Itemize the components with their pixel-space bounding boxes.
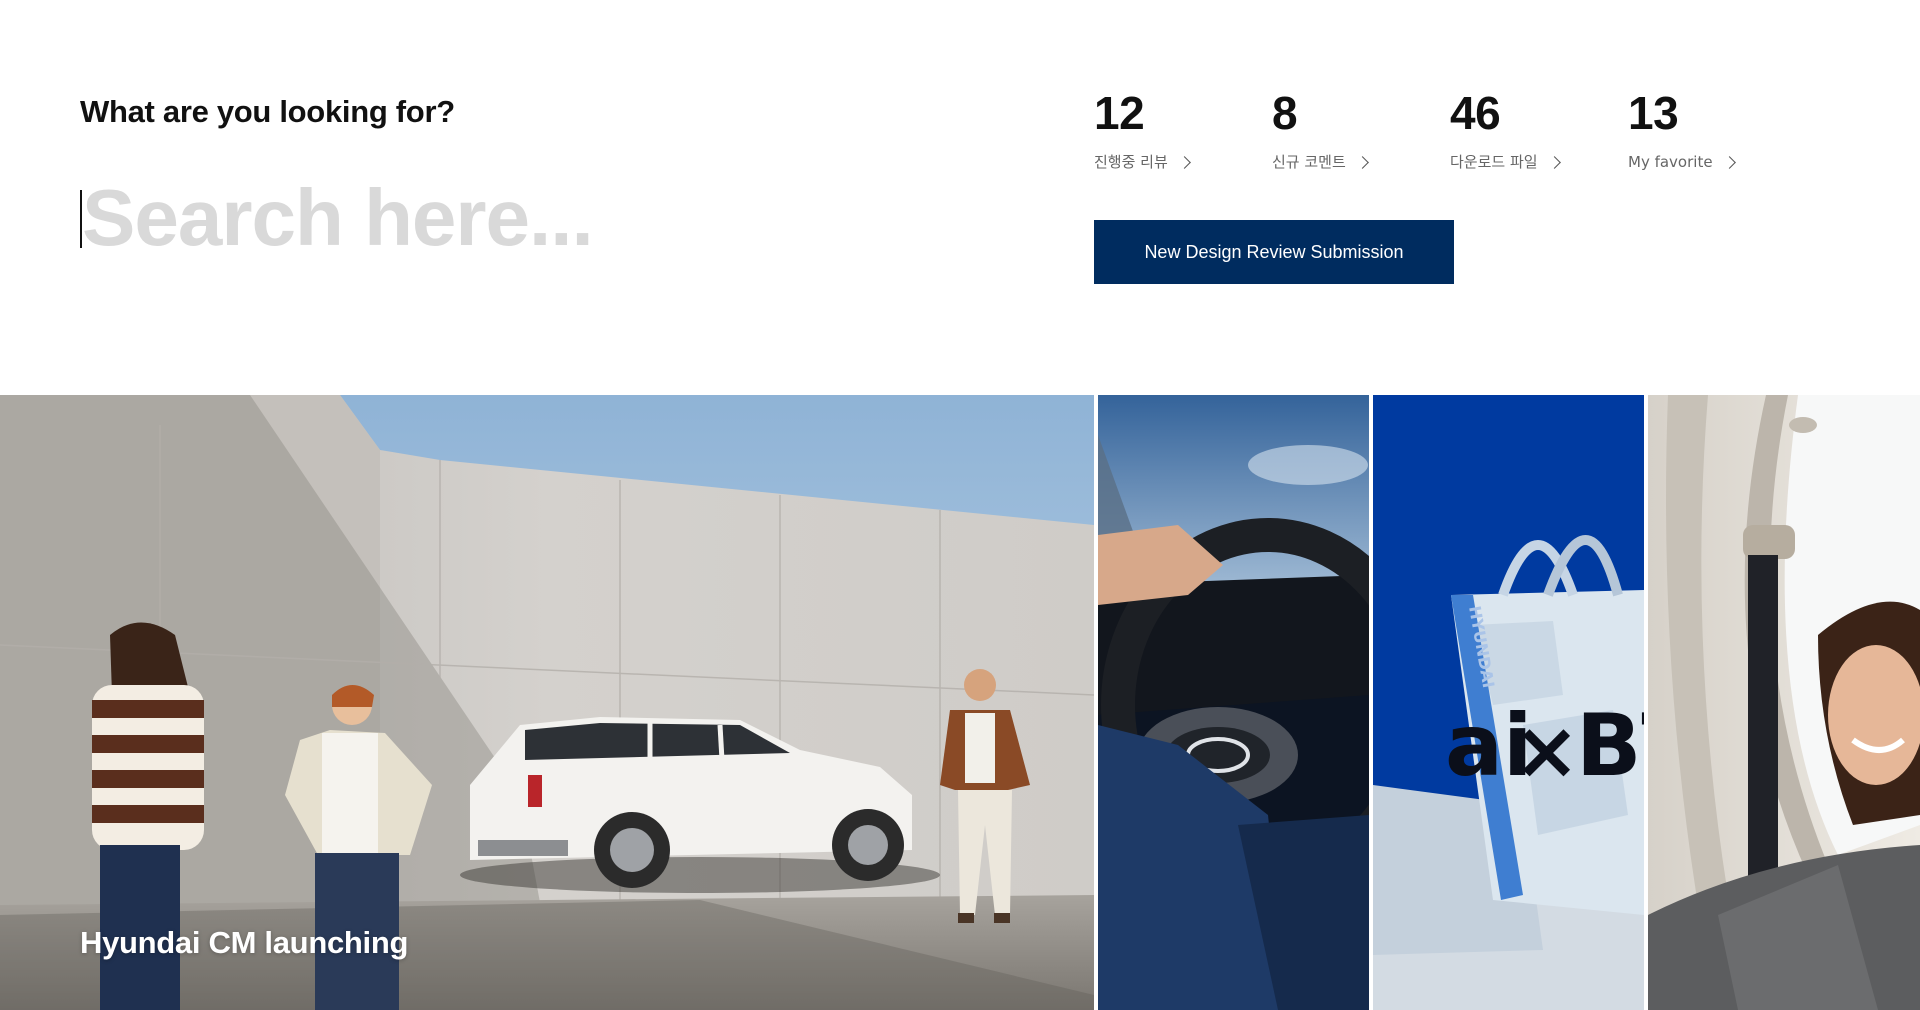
stat-value: 8 (1272, 87, 1298, 139)
stat-new-comments[interactable]: 8 신규 코멘트 (1272, 82, 1442, 182)
tote-bag-image: HYUNDAI ai × BT (1373, 395, 1644, 1010)
feature-card-bag[interactable]: HYUNDAI ai × BT (1373, 395, 1644, 1010)
search-input[interactable] (80, 168, 980, 268)
search-heading: What are you looking for? (80, 94, 455, 129)
car-interior-image (1648, 395, 1920, 1010)
stat-downloaded-files[interactable]: 46 다운로드 파일 (1450, 82, 1620, 182)
stat-link: 다운로드 파일 (1450, 152, 1620, 172)
stat-link: 진행중 리뷰 (1094, 152, 1264, 172)
stat-reviews-in-progress[interactable]: 12 진행중 리뷰 (1094, 82, 1264, 182)
stat-value: 46 (1450, 87, 1501, 139)
feature-gallery: Hyundai CM launching HYUNDAI ai × B (0, 395, 1920, 1010)
stat-label: 진행중 리뷰 (1094, 153, 1168, 171)
stat-my-favorite[interactable]: 13 My favorite (1628, 82, 1798, 182)
stat-label: My favorite (1628, 153, 1713, 171)
feature-card-steering[interactable] (1098, 395, 1369, 1010)
feature-card-main[interactable]: Hyundai CM launching (0, 395, 1094, 1010)
steering-wheel-image (1098, 395, 1369, 1010)
stat-value: 13 (1628, 87, 1679, 139)
feature-card-title: Hyundai CM launching (80, 925, 409, 960)
search-field[interactable] (80, 168, 980, 268)
chevron-right-icon (1355, 155, 1369, 169)
chevron-right-icon (1547, 155, 1561, 169)
chevron-right-icon (1177, 155, 1191, 169)
new-design-review-button[interactable]: New Design Review Submission (1094, 220, 1454, 284)
bag-x-text: × (1513, 704, 1580, 797)
search-section: What are you looking for? 12 진행중 리뷰 8 신규… (0, 0, 1920, 395)
stat-link: My favorite (1628, 152, 1798, 172)
stat-link: 신규 코멘트 (1272, 152, 1442, 172)
chevron-right-icon (1722, 155, 1736, 169)
stat-label: 신규 코멘트 (1272, 153, 1346, 171)
stats-panel: 12 진행중 리뷰 8 신규 코멘트 46 다운로드 파일 13 My favo… (1094, 82, 1834, 182)
feature-card-car-interior[interactable] (1648, 395, 1920, 1010)
suv-family-image (0, 395, 1094, 1010)
stat-value: 12 (1094, 87, 1145, 139)
bag-brand-text: BT (1576, 696, 1644, 796)
stat-label: 다운로드 파일 (1450, 153, 1538, 171)
